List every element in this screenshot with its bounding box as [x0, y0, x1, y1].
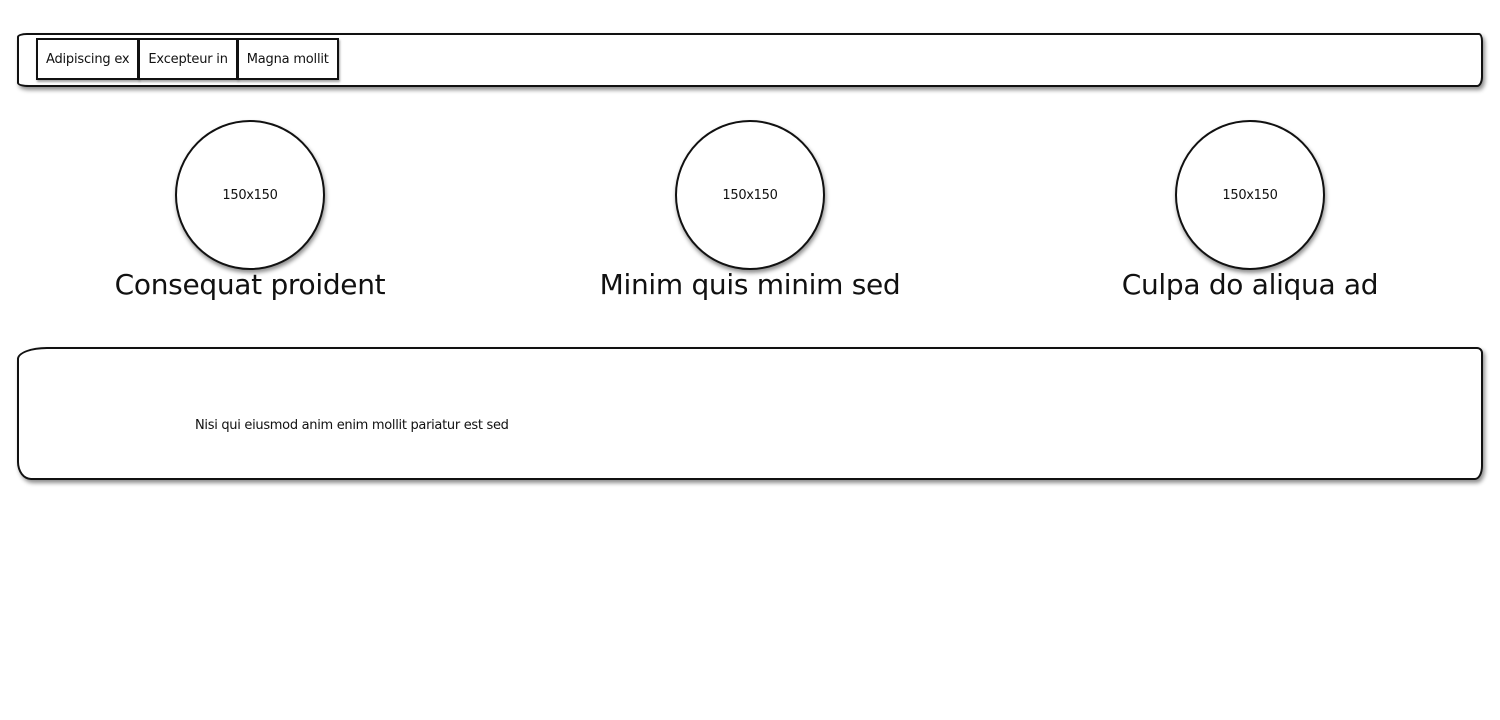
content-paragraph: Nisi qui eiusmod anim enim mollit pariat… [195, 418, 509, 433]
image-placeholder-label: 150x150 [1222, 187, 1278, 203]
feature-title: Minim quis minim sed [599, 268, 901, 301]
nav-button-group: Adipiscing ex Excepteur in Magna mollit [36, 38, 339, 80]
feature-title: Consequat proident [114, 268, 386, 301]
nav-button-magna-mollit[interactable]: Magna mollit [236, 38, 339, 80]
nav-button-excepteur-in[interactable]: Excepteur in [138, 38, 238, 80]
image-placeholder: 150x150 [175, 120, 325, 270]
content-panel: Nisi qui eiusmod anim enim mollit pariat… [17, 347, 1483, 480]
feature-card: 150x150 Consequat proident [50, 120, 450, 310]
feature-card: 150x150 Culpa do aliqua ad [1050, 120, 1450, 310]
nav-button-adipiscing-ex[interactable]: Adipiscing ex [36, 38, 140, 80]
top-navbar: Adipiscing ex Excepteur in Magna mollit [17, 33, 1483, 87]
image-placeholder-label: 150x150 [722, 187, 778, 203]
image-placeholder: 150x150 [675, 120, 825, 270]
feature-title: Culpa do aliqua ad [1121, 268, 1379, 301]
feature-card: 150x150 Minim quis minim sed [550, 120, 950, 310]
image-placeholder: 150x150 [1175, 120, 1325, 270]
image-placeholder-label: 150x150 [222, 187, 278, 203]
